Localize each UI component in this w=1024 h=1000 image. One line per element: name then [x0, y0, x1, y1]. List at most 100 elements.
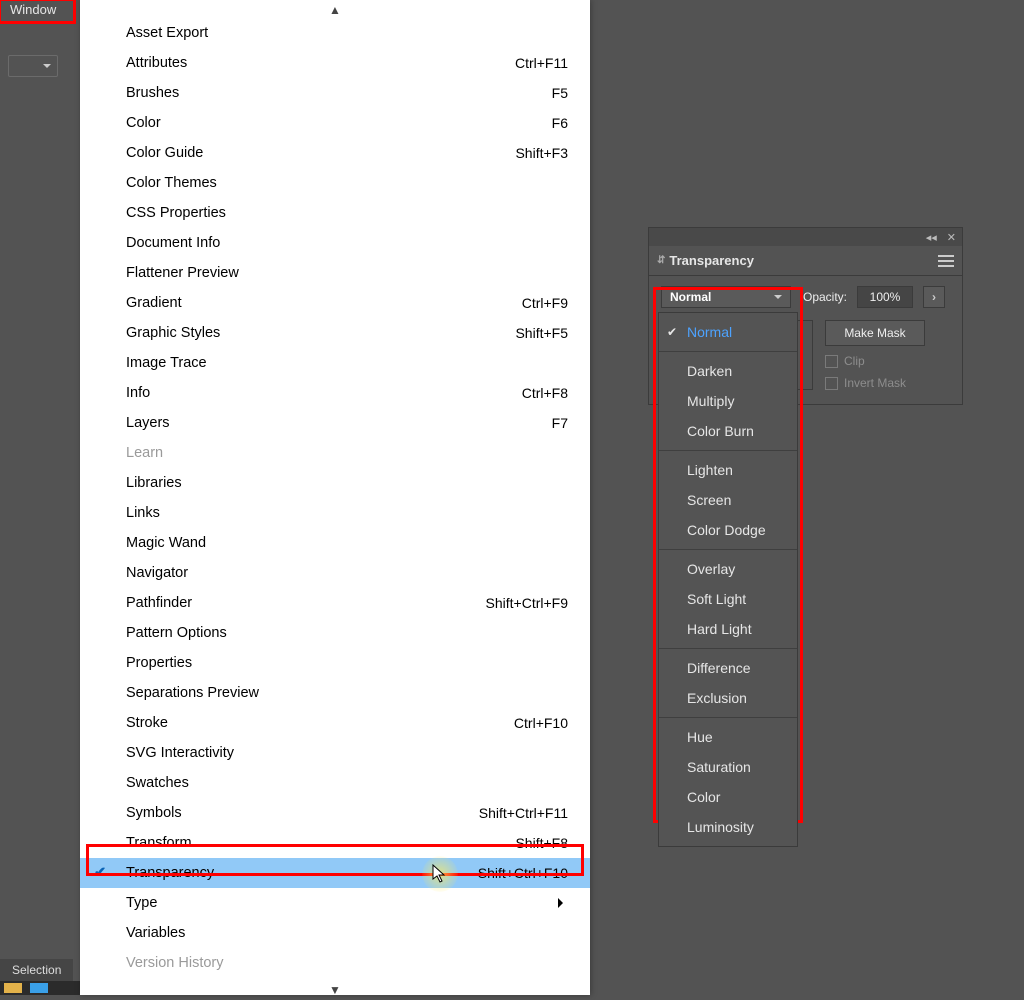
menu-item-label: Flattener Preview: [126, 265, 568, 281]
menu-item-pattern-options[interactable]: Pattern Options: [80, 618, 590, 648]
menu-item-label: Magic Wand: [126, 535, 568, 551]
menu-item-navigator[interactable]: Navigator: [80, 558, 590, 588]
menu-item-label: Graphic Styles: [126, 325, 515, 341]
menu-item-label: Pattern Options: [126, 625, 568, 641]
blend-option-color-burn[interactable]: Color Burn: [659, 416, 797, 446]
blend-option-normal[interactable]: Normal: [659, 317, 797, 347]
menu-item-stroke[interactable]: StrokeCtrl+F10: [80, 708, 590, 738]
menu-item-shortcut: Ctrl+F11: [515, 55, 568, 71]
menu-item-shortcut: Shift+F3: [515, 145, 568, 161]
menu-item-label: Gradient: [126, 295, 522, 311]
menu-item-label: Pathfinder: [126, 595, 486, 611]
clip-checkbox[interactable]: [825, 355, 838, 368]
menu-item-shortcut: Shift+Ctrl+F10: [478, 865, 568, 881]
menu-item-properties[interactable]: Properties: [80, 648, 590, 678]
menu-item-flattener-preview[interactable]: Flattener Preview: [80, 258, 590, 288]
blend-option-saturation[interactable]: Saturation: [659, 752, 797, 782]
blend-option-hue[interactable]: Hue: [659, 722, 797, 752]
menu-item-shortcut: Shift+F5: [515, 325, 568, 341]
blend-option-overlay[interactable]: Overlay: [659, 554, 797, 584]
invert-mask-checkbox[interactable]: [825, 377, 838, 390]
blend-option-hard-light[interactable]: Hard Light: [659, 614, 797, 644]
blend-option-exclusion[interactable]: Exclusion: [659, 683, 797, 713]
menu-item-separations-preview[interactable]: Separations Preview: [80, 678, 590, 708]
window-menu: ▲ Asset ExportAttributesCtrl+F11BrushesF…: [80, 0, 590, 995]
menu-item-css-properties[interactable]: CSS Properties: [80, 198, 590, 228]
panel-close-icon[interactable]: ✕: [947, 231, 956, 244]
menu-item-label: Properties: [126, 655, 568, 671]
menu-item-label: Stroke: [126, 715, 514, 731]
menu-scroll-up-icon[interactable]: ▲: [80, 4, 590, 18]
menu-item-document-info[interactable]: Document Info: [80, 228, 590, 258]
menu-item-label: Separations Preview: [126, 685, 568, 701]
blend-mode-dropdown: Normal DarkenMultiplyColor Burn LightenScr…: [658, 312, 798, 847]
menu-item-svg-interactivity[interactable]: SVG Interactivity: [80, 738, 590, 768]
menu-item-transform[interactable]: TransformShift+F8: [80, 828, 590, 858]
menu-item-links[interactable]: Links: [80, 498, 590, 528]
menu-item-label: Variables: [126, 925, 568, 941]
menu-item-color-guide[interactable]: Color GuideShift+F3: [80, 138, 590, 168]
options-dropdown[interactable]: [8, 55, 58, 77]
menu-item-info[interactable]: InfoCtrl+F8: [80, 378, 590, 408]
menu-item-version-history: Version History: [80, 948, 590, 978]
menu-item-shortcut: Shift+F8: [515, 835, 568, 851]
menu-item-libraries[interactable]: Libraries: [80, 468, 590, 498]
menu-item-label: Image Trace: [126, 355, 568, 371]
blend-mode-select[interactable]: Normal: [661, 286, 791, 308]
blend-mode-value: Normal: [670, 290, 711, 304]
menu-item-variables[interactable]: Variables: [80, 918, 590, 948]
blend-option-darken[interactable]: Darken: [659, 356, 797, 386]
menu-item-label: Symbols: [126, 805, 479, 821]
menu-item-label: Brushes: [126, 85, 552, 101]
blend-option-lighten[interactable]: Lighten: [659, 455, 797, 485]
menu-item-swatches[interactable]: Swatches: [80, 768, 590, 798]
menu-item-symbols[interactable]: SymbolsShift+Ctrl+F11: [80, 798, 590, 828]
panel-tab-selection[interactable]: Selection: [0, 959, 73, 981]
blend-option-soft-light[interactable]: Soft Light: [659, 584, 797, 614]
panel-flyout-menu-icon[interactable]: [938, 255, 954, 267]
menu-item-transparency[interactable]: ✔TransparencyShift+Ctrl+F10: [80, 858, 590, 888]
blend-option-color-dodge[interactable]: Color Dodge: [659, 515, 797, 545]
blend-option-screen[interactable]: Screen: [659, 485, 797, 515]
make-mask-button[interactable]: Make Mask: [825, 320, 925, 346]
menu-item-magic-wand[interactable]: Magic Wand: [80, 528, 590, 558]
menu-item-label: Attributes: [126, 55, 515, 71]
menu-item-color-themes[interactable]: Color Themes: [80, 168, 590, 198]
menu-item-label: CSS Properties: [126, 205, 568, 221]
opacity-stepper[interactable]: ›: [923, 286, 945, 308]
menu-item-label: Layers: [126, 415, 552, 431]
menu-item-asset-export[interactable]: Asset Export: [80, 18, 590, 48]
panel-tab-transparency[interactable]: ⇵ Transparency: [657, 253, 754, 268]
opacity-input[interactable]: 100%: [857, 286, 913, 308]
blend-option-luminosity[interactable]: Luminosity: [659, 812, 797, 842]
menu-item-brushes[interactable]: BrushesF5: [80, 78, 590, 108]
taskbar-strip: [0, 981, 80, 995]
menu-item-shortcut: Ctrl+F10: [514, 715, 568, 731]
menu-item-shortcut: Ctrl+F8: [522, 385, 568, 401]
menu-item-label: Version History: [126, 955, 568, 971]
menu-item-label: Document Info: [126, 235, 568, 251]
menu-item-image-trace[interactable]: Image Trace: [80, 348, 590, 378]
menu-item-label: Asset Export: [126, 25, 568, 41]
check-icon: ✔: [94, 865, 106, 881]
chevron-down-icon: [774, 295, 782, 303]
menu-item-color[interactable]: ColorF6: [80, 108, 590, 138]
menu-item-graphic-styles[interactable]: Graphic StylesShift+F5: [80, 318, 590, 348]
blend-option-difference[interactable]: Difference: [659, 653, 797, 683]
menu-item-label: Links: [126, 505, 568, 521]
menu-item-shortcut: F5: [552, 85, 568, 101]
menu-item-shortcut: Shift+Ctrl+F11: [479, 805, 568, 821]
blend-option-multiply[interactable]: Multiply: [659, 386, 797, 416]
invert-mask-label: Invert Mask: [844, 376, 906, 390]
panel-collapse-icon[interactable]: ◂◂: [926, 231, 937, 244]
menu-item-label: Transform: [126, 835, 515, 851]
menu-item-type[interactable]: Type: [80, 888, 590, 918]
menu-item-gradient[interactable]: GradientCtrl+F9: [80, 288, 590, 318]
menu-item-shortcut: F7: [552, 415, 568, 431]
menu-item-attributes[interactable]: AttributesCtrl+F11: [80, 48, 590, 78]
menu-item-layers[interactable]: LayersF7: [80, 408, 590, 438]
menu-item-pathfinder[interactable]: PathfinderShift+Ctrl+F9: [80, 588, 590, 618]
menu-scroll-down-icon[interactable]: ▼: [80, 984, 590, 998]
blend-option-color[interactable]: Color: [659, 782, 797, 812]
menu-item-label: Color Themes: [126, 175, 568, 191]
